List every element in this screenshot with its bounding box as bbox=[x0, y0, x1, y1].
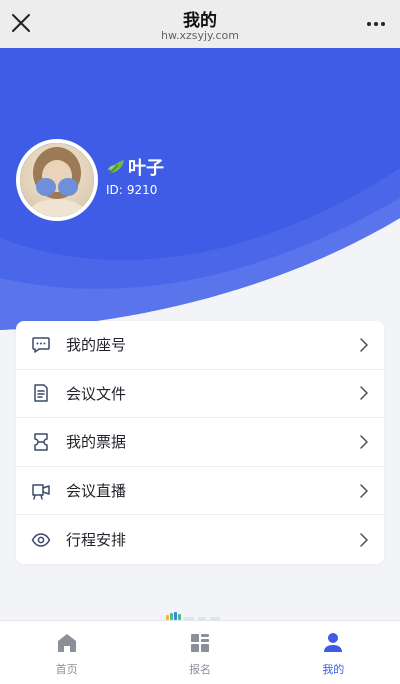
chevron-right-icon bbox=[360, 338, 368, 352]
menu-item-label: 会议直播 bbox=[66, 482, 127, 501]
tab-label: 首页 bbox=[55, 663, 78, 676]
chevron-right-icon bbox=[360, 435, 368, 449]
user-name: 叶子 bbox=[106, 154, 164, 180]
grid-icon bbox=[190, 634, 209, 652]
footer-logo-icon bbox=[166, 612, 220, 620]
menu-item-meeting-files[interactable]: 会议文件 bbox=[16, 370, 384, 419]
user-name-text: 叶子 bbox=[128, 158, 164, 179]
user-icon bbox=[324, 633, 343, 652]
page-title: 我的 bbox=[183, 11, 217, 31]
tab-label: 报名 bbox=[188, 663, 211, 676]
bottom-tab-bar: 首页 报名 我的 bbox=[0, 620, 400, 684]
user-id-label: ID: bbox=[106, 183, 123, 197]
chevron-right-icon bbox=[360, 532, 368, 547]
user-id-value: 9210 bbox=[126, 183, 158, 197]
live-camera-icon bbox=[32, 483, 50, 500]
chat-bubble-icon bbox=[32, 337, 50, 353]
menu-card: 我的座号 会议文件 我的票据 会议直播 行程安排 bbox=[16, 321, 384, 564]
menu-item-itinerary[interactable]: 行程安排 bbox=[16, 515, 384, 564]
ticket-icon bbox=[34, 433, 48, 451]
user-id: ID: 9210 bbox=[106, 183, 157, 197]
eye-icon bbox=[31, 532, 51, 547]
menu-item-label: 我的座号 bbox=[66, 336, 127, 355]
document-icon bbox=[34, 384, 48, 403]
menu-item-my-tickets[interactable]: 我的票据 bbox=[16, 418, 384, 467]
avatar[interactable] bbox=[16, 139, 98, 221]
menu-item-seat-number[interactable]: 我的座号 bbox=[16, 321, 384, 370]
menu-item-label: 我的票据 bbox=[66, 433, 127, 452]
leaf-icon bbox=[108, 160, 124, 175]
more-dots-icon[interactable] bbox=[366, 14, 386, 34]
menu-item-live-stream[interactable]: 会议直播 bbox=[16, 467, 384, 516]
chevron-right-icon bbox=[360, 483, 368, 498]
tab-home[interactable]: 首页 bbox=[0, 621, 133, 684]
home-icon bbox=[57, 634, 76, 652]
tab-register[interactable]: 报名 bbox=[133, 621, 266, 684]
tab-mine[interactable]: 我的 bbox=[267, 621, 400, 684]
title-bar: 我的 hw.xzsyjy.com bbox=[0, 0, 400, 48]
tab-label: 我的 bbox=[322, 663, 345, 676]
page-url: hw.xzsyjy.com bbox=[161, 29, 239, 42]
menu-item-label: 行程安排 bbox=[66, 531, 127, 550]
chevron-right-icon bbox=[360, 386, 368, 401]
menu-item-label: 会议文件 bbox=[66, 384, 127, 403]
